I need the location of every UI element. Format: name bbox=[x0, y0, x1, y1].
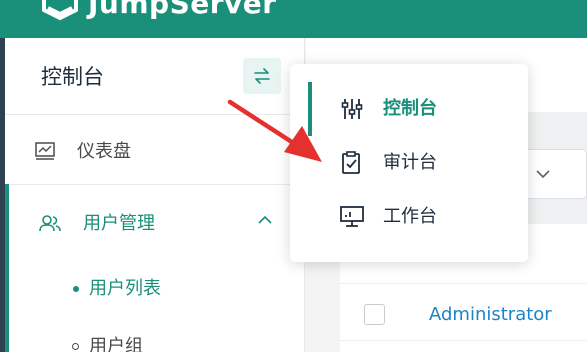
view-option-label: 控制台 bbox=[383, 98, 437, 119]
sidebar-item-label: 仪表盘 bbox=[77, 141, 131, 162]
sidebar-subitem-label: 用户组 bbox=[89, 336, 143, 352]
sidebar-item-dashboard[interactable]: 仪表盘 bbox=[5, 122, 305, 182]
monitor-icon bbox=[340, 206, 364, 227]
sidebar-subitem-user-group[interactable]: 用户组 bbox=[5, 332, 305, 352]
sliders-icon bbox=[341, 99, 363, 119]
jumpserver-logo-icon bbox=[42, 0, 78, 21]
row-checkbox[interactable] bbox=[364, 304, 385, 325]
view-option-console[interactable]: 控制台 bbox=[290, 82, 528, 136]
app-window: JumpServer Administrator 控制台 仪表盘 用户管理 用户… bbox=[0, 0, 587, 352]
view-option-audit[interactable]: 审计台 bbox=[290, 136, 528, 190]
sidebar-subitem-label: 用户列表 bbox=[89, 278, 161, 299]
swap-arrows-icon bbox=[254, 68, 270, 84]
view-option-workbench[interactable]: 工作台 bbox=[290, 190, 528, 244]
user-name-link[interactable]: Administrator bbox=[429, 302, 552, 328]
view-switcher-popover: 控制台 审计台 工作台 bbox=[290, 64, 528, 262]
view-option-label: 审计台 bbox=[383, 152, 437, 173]
chevron-down-icon bbox=[536, 170, 550, 179]
brand-name: JumpServer bbox=[88, 0, 277, 20]
view-option-label: 工作台 bbox=[383, 206, 437, 227]
sidebar: 控制台 仪表盘 用户管理 用户列表 用户组 bbox=[5, 38, 305, 352]
row-divider bbox=[340, 340, 587, 341]
sidebar-subitem-user-list[interactable]: 用户列表 bbox=[5, 274, 305, 304]
sidebar-divider bbox=[5, 114, 305, 115]
top-navbar: JumpServer bbox=[0, 0, 587, 38]
sidebar-divider bbox=[5, 184, 305, 185]
sidebar-item-label: 用户管理 bbox=[83, 213, 155, 234]
chevron-up-icon[interactable] bbox=[257, 214, 273, 226]
users-icon bbox=[39, 215, 61, 232]
dashboard-chart-icon bbox=[35, 142, 55, 160]
sidebar-title: 控制台 bbox=[41, 65, 104, 89]
bullet-circle-icon bbox=[72, 343, 79, 350]
clipboard-check-icon bbox=[342, 151, 360, 174]
bullet-dot-icon bbox=[73, 286, 79, 292]
view-switch-button[interactable] bbox=[243, 58, 281, 94]
